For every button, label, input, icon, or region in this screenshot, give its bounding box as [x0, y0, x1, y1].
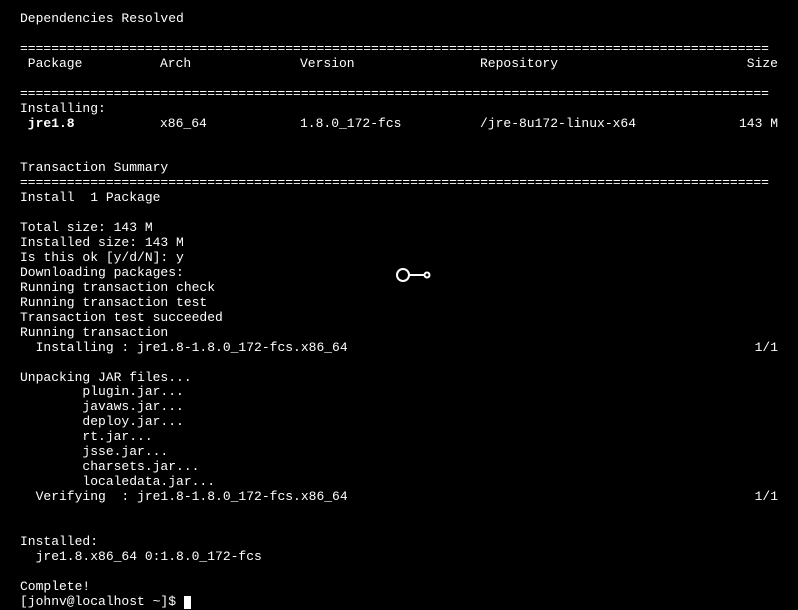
- installed-label: Installed:: [20, 534, 98, 549]
- total-size: Total size: 143 M: [20, 220, 153, 235]
- col-version: Version: [300, 57, 480, 72]
- deps-resolved-header: Dependencies Resolved: [20, 11, 184, 26]
- col-arch: Arch: [160, 57, 300, 72]
- divider-top: ========================================…: [20, 41, 769, 56]
- transaction-test-ok-line: Transaction test succeeded: [20, 310, 223, 325]
- terminal-output: Dependencies Resolved ==================…: [20, 12, 778, 610]
- installed-size: Installed size: 143 M: [20, 235, 184, 250]
- cursor-icon: [184, 596, 191, 609]
- pkg-size: 143 M: [698, 117, 778, 132]
- installing-label: Installing:: [20, 101, 106, 116]
- jar-line: localedata.jar...: [20, 474, 215, 489]
- confirm-prompt: Is this ok [y/d/N]: y: [20, 250, 184, 265]
- jar-line: plugin.jar...: [20, 384, 184, 399]
- running-transaction-line: Running transaction: [20, 325, 168, 340]
- install-count: Install 1 Package: [20, 190, 160, 205]
- col-size: Size: [698, 57, 778, 72]
- jar-line: javaws.jar...: [20, 399, 184, 414]
- installing-step: Installing : jre1.8-1.8.0_172-fcs.x86_64…: [20, 341, 778, 356]
- pkg-name: jre1.8: [20, 117, 160, 132]
- verifying-step: Verifying : jre1.8-1.8.0_172-fcs.x86_641…: [20, 490, 778, 505]
- installed-pkg: jre1.8.x86_64 0:1.8.0_172-fcs: [20, 549, 262, 564]
- jar-line: charsets.jar...: [20, 459, 199, 474]
- shell-prompt-line[interactable]: [johnv@localhost ~]$: [20, 594, 191, 609]
- pkg-version: 1.8.0_172-fcs: [300, 117, 480, 132]
- complete-line: Complete!: [20, 579, 90, 594]
- transaction-summary-label: Transaction Summary: [20, 160, 168, 175]
- pkg-repo: /jre-8u172-linux-x64: [480, 117, 698, 132]
- downloading-line: Downloading packages:: [20, 265, 184, 280]
- transaction-check-line: Running transaction check: [20, 280, 215, 295]
- jar-line: rt.jar...: [20, 429, 153, 444]
- transaction-test-line: Running transaction test: [20, 295, 207, 310]
- unpacking-line: Unpacking JAR files...: [20, 370, 192, 385]
- divider-mid: ========================================…: [20, 86, 769, 101]
- pkg-arch: x86_64: [160, 117, 300, 132]
- table-row: jre1.8x86_641.8.0_172-fcs/jre-8u172-linu…: [20, 117, 778, 132]
- col-repository: Repository: [480, 57, 698, 72]
- jar-line: deploy.jar...: [20, 414, 184, 429]
- col-package: Package: [20, 57, 160, 72]
- jar-line: jsse.jar...: [20, 444, 168, 459]
- divider-bottom: ========================================…: [20, 175, 769, 190]
- table-header-row: PackageArchVersionRepositorySize: [20, 57, 778, 72]
